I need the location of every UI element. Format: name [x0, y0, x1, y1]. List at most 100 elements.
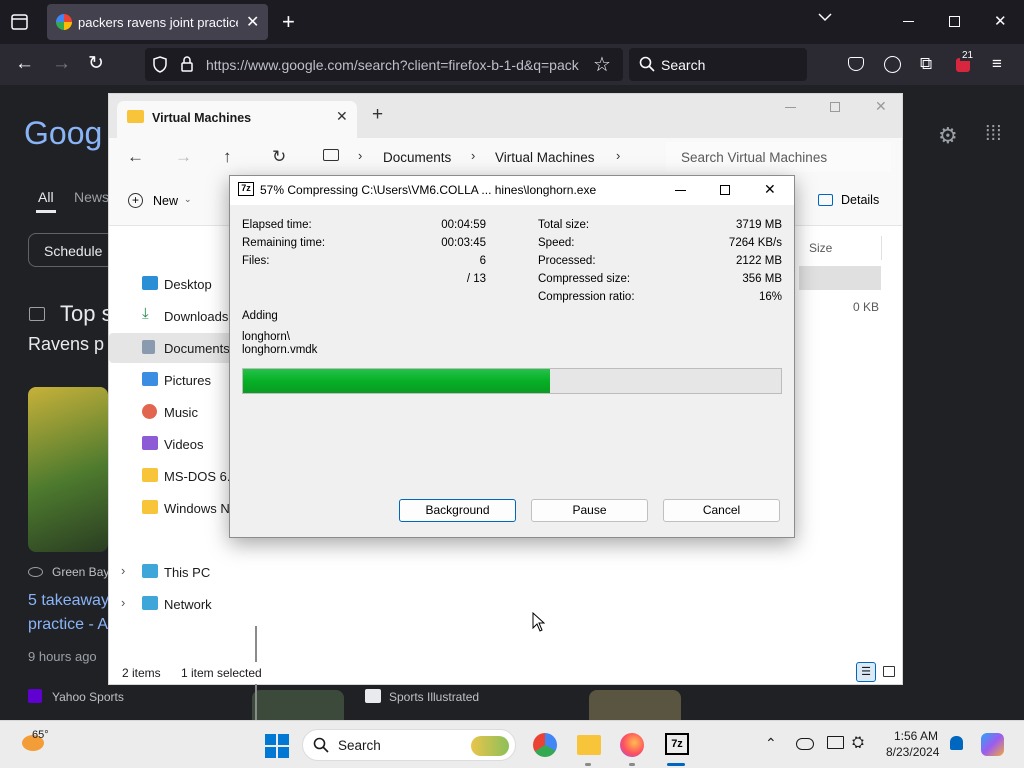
status-selected: 1 item selected	[181, 666, 262, 680]
explorer-maximize-icon[interactable]	[830, 102, 840, 112]
tab-list-icon[interactable]	[11, 14, 28, 30]
explorer-search-box[interactable]: Search Virtual Machines	[666, 142, 891, 172]
breadcrumb-virtual-machines[interactable]: Virtual Machines	[495, 150, 595, 165]
display-icon[interactable]	[827, 736, 844, 749]
explorer-tab-active[interactable]: Virtual Machines ✕	[117, 101, 357, 138]
dialog-minimize-icon[interactable]	[675, 190, 686, 191]
sidebar-item-label: Videos	[164, 437, 204, 452]
tiles-view-icon[interactable]	[883, 666, 895, 677]
explorer-up-icon[interactable]: ↑	[223, 147, 232, 167]
7zip-taskbar-icon[interactable]: 7z	[665, 733, 689, 755]
details-label: Details	[841, 193, 880, 207]
explorer-refresh-icon[interactable]: ↻	[272, 147, 286, 167]
file-row-selected[interactable]	[799, 266, 881, 290]
back-icon[interactable]: ←	[15, 53, 34, 75]
breadcrumb-separator: ›	[616, 148, 621, 163]
show-hidden-icons-chevron-icon[interactable]: ⌃	[765, 735, 777, 752]
pictures-icon	[142, 372, 158, 386]
background-button[interactable]: Background	[399, 499, 516, 522]
story-headline-2[interactable]: practice - A	[28, 616, 108, 634]
apps-grid-icon[interactable]: ⁞⁞⁞	[985, 123, 1002, 146]
file-explorer-taskbar-icon[interactable]	[577, 735, 601, 755]
schedule-chip-label: Schedule	[44, 243, 103, 259]
shield-icon[interactable]	[153, 56, 167, 73]
source-green-bay: Green Bay	[52, 565, 110, 579]
reload-icon[interactable]: ↻	[88, 52, 104, 75]
sidebar-item-this-pc[interactable]: › This PC	[109, 557, 257, 587]
details-button[interactable]: Details	[818, 193, 898, 215]
new-chevron-icon: ⌄	[184, 194, 192, 204]
chevron-down-icon[interactable]	[818, 12, 832, 22]
lock-icon[interactable]	[181, 56, 193, 72]
schedule-chip[interactable]: Schedule	[28, 233, 118, 267]
taskbar-search[interactable]: Search	[302, 729, 516, 761]
files-value: 6	[479, 255, 486, 267]
restore-icon[interactable]	[949, 16, 960, 27]
google-logo[interactable]: Goog	[24, 115, 102, 152]
current-path-file: longhorn.vmdk	[242, 344, 318, 356]
dialog-close-icon[interactable]: ✕	[764, 181, 776, 198]
sidebar-item-label: Downloads	[164, 309, 229, 324]
windows-taskbar: 65° Search 7z ⌃ ⛭ 1:56 AM 8/23/2024	[0, 720, 1024, 768]
notification-bell-icon[interactable]	[950, 736, 963, 750]
explorer-forward-icon[interactable]: →	[175, 147, 192, 167]
breadcrumb-documents[interactable]: Documents	[383, 150, 451, 165]
url-bar[interactable]: https://www.google.com/search?client=fir…	[145, 48, 623, 81]
yahoo-sports-source: Yahoo Sports	[52, 690, 124, 704]
clock-date[interactable]: 8/23/2024	[886, 745, 939, 759]
ravens-text: Ravens p	[28, 334, 105, 354]
explorer-minimize-icon[interactable]	[785, 107, 796, 108]
explorer-status-bar: 2 items 1 item selected ☰	[109, 662, 902, 684]
close-tab-icon[interactable]: ✕	[246, 12, 259, 32]
yahoo-sports-logo	[28, 689, 42, 703]
account-icon[interactable]	[884, 56, 901, 73]
speed-value: 7264 KB/s	[728, 237, 782, 249]
google-tab-news[interactable]: News	[74, 189, 109, 205]
story-time: 9 hours ago	[28, 649, 97, 664]
close-explorer-tab-icon[interactable]: ✕	[336, 108, 348, 125]
current-path-folder: longhorn\	[242, 331, 290, 343]
column-header-size[interactable]: Size	[809, 241, 832, 255]
bookmark-star-icon[interactable]: ☆	[593, 52, 611, 77]
clock-time[interactable]: 1:56 AM	[894, 729, 938, 743]
cloud-offline-icon[interactable]	[796, 738, 814, 750]
network-status-icon[interactable]: ⛭	[852, 734, 864, 751]
explorer-back-icon[interactable]: ←	[127, 147, 144, 167]
new-button[interactable]: + New ⌄	[128, 193, 203, 215]
story-headline[interactable]: 5 takeaway	[28, 592, 109, 610]
si-source: Sports Illustrated	[389, 690, 480, 704]
dialog-titlebar: 7z 57% Compressing C:\Users\VM6.COLLA ..…	[230, 176, 794, 205]
details-view-icon[interactable]: ☰	[856, 662, 876, 682]
compressed-size-value: 356 MB	[742, 273, 782, 285]
new-tab-icon[interactable]: +	[282, 9, 295, 35]
dialog-maximize-icon[interactable]	[720, 185, 730, 195]
browser-search-field[interactable]: Search	[629, 48, 807, 81]
new-explorer-tab-icon[interactable]: +	[372, 104, 383, 126]
close-window-icon[interactable]: ✕	[994, 12, 1007, 30]
explorer-close-icon[interactable]: ✕	[875, 98, 887, 115]
this-pc-icon	[142, 564, 158, 578]
forward-icon[interactable]: →	[52, 53, 71, 75]
settings-gear-icon[interactable]: ⚙	[938, 123, 958, 149]
network-icon	[142, 596, 158, 610]
documents-icon	[142, 340, 155, 354]
chrome-taskbar-icon[interactable]	[533, 733, 557, 757]
breadcrumb-separator: ›	[358, 148, 363, 163]
details-pane-icon	[818, 194, 833, 206]
sidebar-item-network[interactable]: › Network	[109, 589, 257, 619]
computer-icon[interactable]	[323, 149, 339, 161]
weather-temp: 65°	[32, 729, 49, 741]
start-button[interactable]	[265, 734, 289, 758]
story-thumbnail[interactable]	[28, 387, 108, 552]
extensions-icon[interactable]: ⧉	[920, 54, 932, 74]
minimize-icon[interactable]	[903, 21, 914, 22]
story-thumbnail-2	[252, 690, 344, 720]
cancel-button[interactable]: Cancel	[663, 499, 780, 522]
pause-button[interactable]: Pause	[531, 499, 648, 522]
copilot-icon[interactable]	[981, 733, 1004, 756]
firefox-taskbar-icon[interactable]	[620, 733, 644, 757]
browser-tab-active[interactable]: packers ravens joint practice - G ✕	[47, 4, 268, 40]
google-tab-all[interactable]: All	[38, 189, 54, 205]
menu-icon[interactable]: ≡	[992, 54, 1002, 74]
progress-bar-fill	[243, 369, 550, 393]
